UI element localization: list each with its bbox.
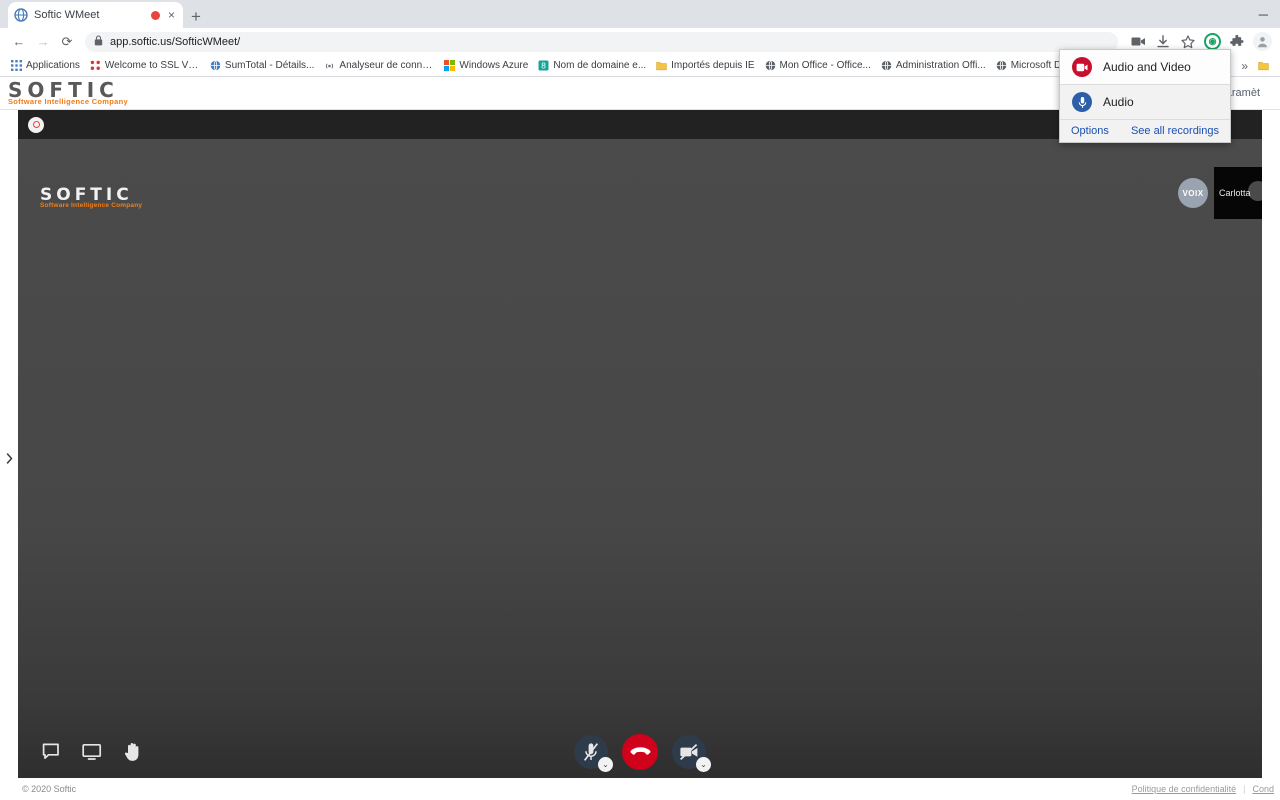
recording-dropdown-menu: Audio and Video Audio Options See all re… xyxy=(1059,49,1231,143)
browser-tab[interactable]: Softic WMeet × xyxy=(8,2,183,28)
tab-title: Softic WMeet xyxy=(34,9,100,21)
bookmark-label: Administration Offi... xyxy=(895,60,986,71)
microphone-icon xyxy=(1072,92,1092,112)
video-camera-icon xyxy=(1072,57,1092,77)
bookmark-label: Nom de domaine e... xyxy=(553,60,647,71)
apps-grid-icon xyxy=(11,60,22,71)
menu-item-audio[interactable]: Audio xyxy=(1060,85,1230,120)
bookmark-importes-depuis-ie[interactable]: Importés depuis IE xyxy=(651,58,759,73)
bookmark-label: Welcome to SSL VP... xyxy=(104,60,200,71)
globe-icon xyxy=(996,60,1007,71)
red-dots-icon xyxy=(90,60,101,71)
browser-window: Softic WMeet × + ─ ← → ⟳ app.softic.us/S… xyxy=(0,0,1280,800)
bookmark-analyseur[interactable]: Analyseur de conne... xyxy=(319,58,439,73)
see-all-recordings-link[interactable]: See all recordings xyxy=(1131,125,1219,137)
tab-strip: Softic WMeet × + ─ xyxy=(0,0,1280,28)
share-screen-icon[interactable] xyxy=(81,741,103,763)
bookmark-ssl-vpn[interactable]: Welcome to SSL VP... xyxy=(85,58,205,73)
meeting-controls-center: ⌄ ⌄ xyxy=(574,734,711,772)
back-button[interactable]: ← xyxy=(8,31,30,53)
video-stage: SOFTIC Software Intelligence Company VOI… xyxy=(0,139,1262,778)
watermark-tagline: Software Intelligence Company xyxy=(40,202,143,209)
expand-panel-chevron-icon[interactable] xyxy=(0,447,18,470)
bookmark-mon-office[interactable]: Mon Office - Office... xyxy=(760,58,876,73)
recording-menu-footer: Options See all recordings xyxy=(1060,120,1230,142)
bookmark-star-icon[interactable] xyxy=(1179,33,1197,51)
url-text: app.softic.us/SofticWMeet/ xyxy=(110,35,241,48)
extension-glyph: ◉ xyxy=(1208,36,1217,46)
extensions-puzzle-icon[interactable] xyxy=(1228,33,1246,51)
microphone-options-chevron-down-icon[interactable]: ⌄ xyxy=(598,757,613,772)
chat-icon[interactable] xyxy=(40,741,62,763)
globe-icon xyxy=(210,60,221,71)
participant-video-carlotta[interactable]: Carlotta xyxy=(1214,167,1262,219)
address-bar[interactable]: app.softic.us/SofticWMeet/ xyxy=(85,31,1118,52)
globe-icon xyxy=(881,60,892,71)
participant-avatar-voix[interactable]: VOIX xyxy=(1178,178,1208,208)
video-camera-icon[interactable] xyxy=(1129,33,1147,51)
bookmark-sumtotal[interactable]: SumTotal - Détails... xyxy=(205,58,319,73)
bookmark-label: Applications xyxy=(26,60,80,71)
profile-avatar-icon[interactable] xyxy=(1253,32,1272,51)
bookmark-nom-de-domaine[interactable]: 8 Nom de domaine e... xyxy=(533,58,651,73)
privacy-policy-link[interactable]: Politique de confidentialité xyxy=(1132,784,1237,794)
participant-strip: VOIX Carlotta xyxy=(1178,167,1262,219)
menu-item-label: Audio and Video xyxy=(1103,60,1191,74)
svg-text:8: 8 xyxy=(541,61,546,70)
options-link[interactable]: Options xyxy=(1071,125,1109,137)
microphone-muted-button[interactable]: ⌄ xyxy=(574,735,613,772)
footer-separator: | xyxy=(1243,784,1246,794)
teal-badge-icon: 8 xyxy=(538,60,549,71)
reload-button[interactable]: ⟳ xyxy=(56,31,78,53)
windows-icon xyxy=(444,60,456,71)
softic-logo[interactable]: SOFTIC Software Intelligence Company xyxy=(8,80,128,106)
bookmark-applications[interactable]: Applications xyxy=(6,58,85,73)
bookmark-windows-azure[interactable]: Windows Azure xyxy=(439,58,533,73)
lock-icon xyxy=(94,33,103,51)
copyright-text: © 2020 Softic xyxy=(22,784,77,794)
page-content: SOFTIC Software Intelligence Company Par… xyxy=(0,77,1280,800)
recording-dot-icon xyxy=(150,10,160,20)
participant-name: Carlotta xyxy=(1219,188,1251,198)
camera-off-button[interactable]: ⌄ xyxy=(672,735,711,772)
close-icon[interactable]: × xyxy=(166,9,177,21)
logo-tagline: Software Intelligence Company xyxy=(8,97,128,107)
stage-watermark: SOFTIC Software Intelligence Company xyxy=(40,187,142,210)
window-controls: ─ xyxy=(1259,0,1280,28)
bookmark-label: Windows Azure xyxy=(459,60,529,71)
hang-up-button[interactable] xyxy=(622,734,658,770)
download-icon[interactable] xyxy=(1154,33,1172,51)
bookmark-label: SumTotal - Détails... xyxy=(224,60,315,71)
terms-link[interactable]: Cond xyxy=(1252,784,1274,794)
meeting-container: SOFTIC Software Intelligence Company VOI… xyxy=(0,110,1262,778)
site-footer: © 2020 Softic Politique de confidentiali… xyxy=(0,778,1280,800)
footer-links: Politique de confidentialité | Cond xyxy=(1132,784,1276,794)
menu-item-audio-and-video[interactable]: Audio and Video xyxy=(1060,50,1230,85)
camera-options-chevron-down-icon[interactable]: ⌄ xyxy=(696,757,711,772)
meeting-controls: ⌄ ⌄ xyxy=(18,726,1262,778)
folder-icon xyxy=(656,60,667,71)
bookmarks-overflow-button[interactable]: » xyxy=(1236,59,1253,73)
bookmark-label: Importés depuis IE xyxy=(671,60,755,71)
minimize-icon[interactable]: ─ xyxy=(1259,7,1268,22)
extension-green-icon[interactable]: ◉ xyxy=(1204,33,1221,50)
globe-icon xyxy=(765,60,776,71)
bookmark-label: Analyseur de conne... xyxy=(339,60,435,71)
forward-button[interactable]: → xyxy=(32,31,54,53)
signal-icon xyxy=(324,60,335,71)
bookmark-label: Mon Office - Office... xyxy=(779,60,871,71)
bookmark-administration-office[interactable]: Administration Offi... xyxy=(876,58,991,73)
record-ring-icon xyxy=(32,121,40,128)
globe-icon xyxy=(14,8,28,22)
raise-hand-icon[interactable] xyxy=(122,741,144,763)
folder-icon xyxy=(1258,60,1269,71)
record-button[interactable] xyxy=(28,116,44,133)
new-tab-button[interactable]: + xyxy=(191,8,201,25)
bookmark-trailing-folder[interactable] xyxy=(1253,58,1274,73)
meeting-controls-left xyxy=(18,741,144,763)
menu-item-label: Audio xyxy=(1103,95,1134,109)
